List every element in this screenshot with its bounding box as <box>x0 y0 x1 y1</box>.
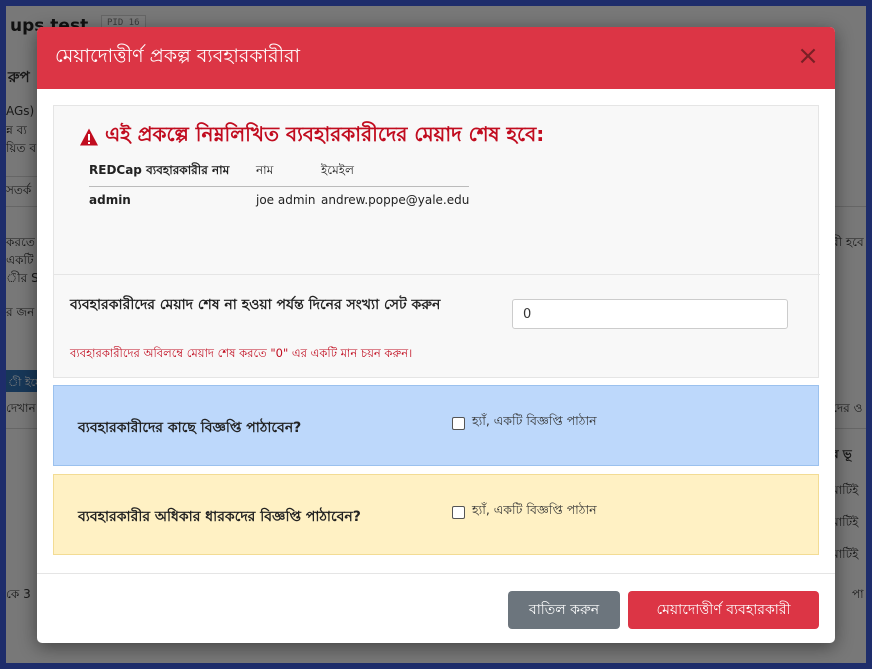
days-input[interactable] <box>512 299 788 329</box>
notify-owners-panel: ব্যবহারকারীর অধিকার ধারকদের বিজ্ঞপ্তি পা… <box>53 474 819 555</box>
warning-triangle-icon <box>79 127 99 147</box>
notify-users-checkbox[interactable] <box>452 416 465 430</box>
cancel-button[interactable]: বাতিল করুন <box>508 591 620 629</box>
dialog-header: মেয়াদোত্তীর্ণ প্রকল্প ব্যবহারকারীরা × <box>37 27 835 89</box>
warning-heading: এই প্রকল্পে নিম্নলিখিত ব্যবহারকারীদের মে… <box>79 120 544 153</box>
table-row: admin joe admin andrew.poppe@yale.edu <box>89 187 470 207</box>
close-button[interactable]: × <box>795 41 821 71</box>
warning-text: এই প্রকল্পে নিম্নলিখিত ব্যবহারকারীদের মে… <box>105 122 545 146</box>
notify-users-checkbox-label[interactable]: হ্যাঁ, একটি বিজ্ঞপ্তি পাঠান <box>472 413 597 433</box>
column-header-name: নাম <box>256 162 321 187</box>
days-label: ব্যবহারকারীদের মেয়াদ শেষ না হওয়া পর্যন… <box>70 297 441 313</box>
notify-owners-option[interactable]: হ্যাঁ, একটি বিজ্ঞপ্তি পাঠান <box>452 502 597 522</box>
notify-users-label: ব্যবহারকারীদের কাছে বিজ্ঞপ্তি পাঠাবেন? <box>78 420 302 436</box>
dialog-footer: বাতিল করুন মেয়াদোত্তীর্ণ ব্যবহারকারী <box>37 573 835 643</box>
cell-username: admin <box>89 193 131 207</box>
notify-owners-checkbox[interactable] <box>452 505 465 519</box>
expire-users-button[interactable]: মেয়াদোত্তীর্ণ ব্যবহারকারী <box>628 591 819 629</box>
notify-users-panel: ব্যবহারকারীদের কাছে বিজ্ঞপ্তি পাঠাবেন? হ… <box>53 385 819 466</box>
column-header-email: ইমেইল <box>321 162 470 187</box>
notify-owners-checkbox-label[interactable]: হ্যাঁ, একটি বিজ্ঞপ্তি পাঠান <box>472 502 597 522</box>
expiring-users-table: REDCap ব্যবহারকারীর নাম নাম ইমেইল admin … <box>89 162 470 207</box>
cell-name: joe admin <box>256 193 316 207</box>
days-setting-row: ব্যবহারকারীদের মেয়াদ শেষ না হওয়া পর্যন… <box>54 274 820 360</box>
notify-users-option[interactable]: হ্যাঁ, একটি বিজ্ঞপ্তি পাঠান <box>452 413 597 433</box>
expire-users-dialog: মেয়াদোত্তীর্ণ প্রকল্প ব্যবহারকারীরা × এ… <box>37 27 835 643</box>
expiring-users-panel: এই প্রকল্পে নিম্নলিখিত ব্যবহারকারীদের মে… <box>53 105 820 378</box>
dialog-title: মেয়াদোত্তীর্ণ প্রকল্প ব্যবহারকারীরা <box>55 45 300 67</box>
days-hint: ব্যবহারকারীদের অবিলম্বে মেয়াদ শেষ করতে … <box>70 346 413 360</box>
cell-email: andrew.poppe@yale.edu <box>321 193 470 207</box>
column-header-username: REDCap ব্যবহারকারীর নাম <box>89 162 256 187</box>
notify-owners-label: ব্যবহারকারীর অধিকার ধারকদের বিজ্ঞপ্তি পা… <box>78 509 361 525</box>
